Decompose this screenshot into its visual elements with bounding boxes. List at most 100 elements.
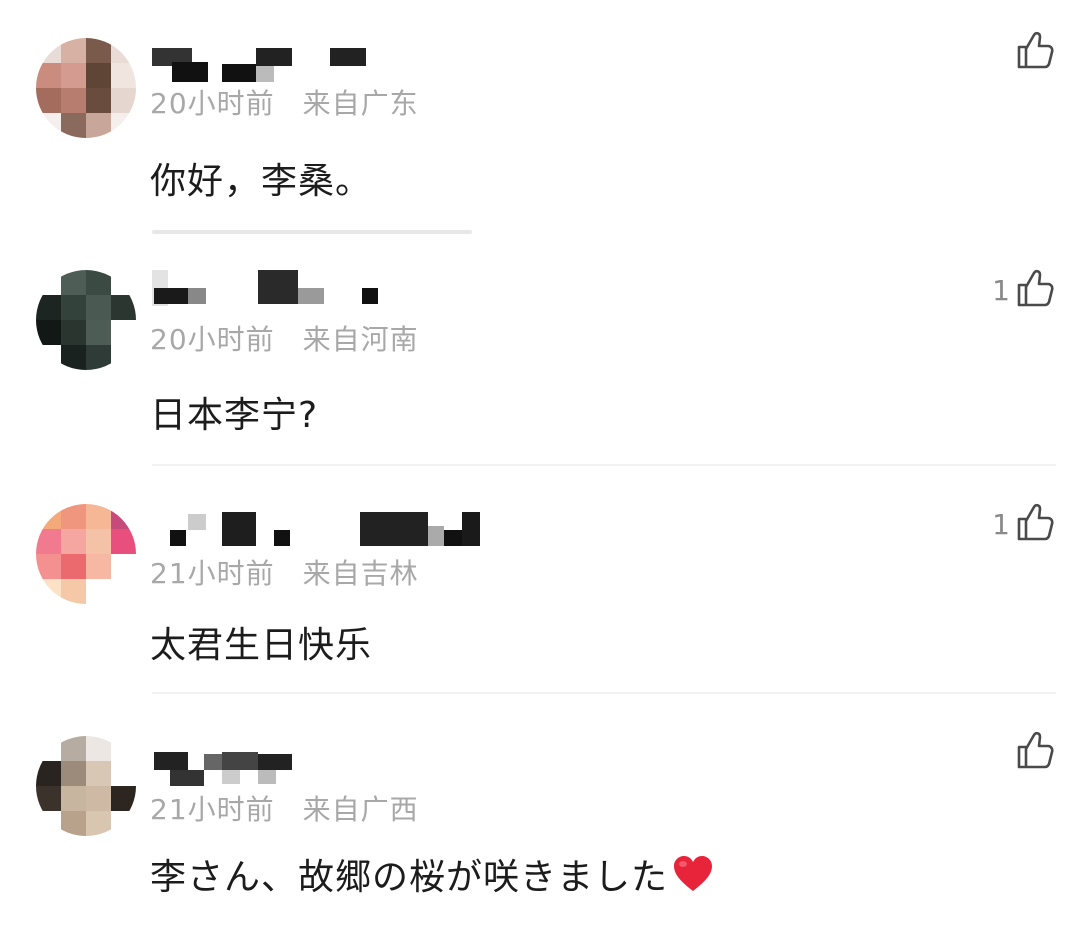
redacted-username-pixels bbox=[152, 512, 512, 548]
avatar-pixel bbox=[61, 88, 86, 113]
like-button[interactable]: 1 bbox=[992, 268, 1054, 312]
avatar-pixel bbox=[111, 295, 136, 320]
avatar-pixel bbox=[86, 579, 111, 604]
thumb-up-icon bbox=[1016, 730, 1054, 774]
avatar-pixel bbox=[36, 88, 61, 113]
like-button[interactable]: 1 bbox=[992, 502, 1054, 546]
comment-time: 20小时前 bbox=[150, 323, 275, 356]
avatar-pixel bbox=[36, 786, 61, 811]
avatar-pixel bbox=[86, 320, 111, 345]
avatar-pixel bbox=[111, 320, 136, 345]
avatar-pixel bbox=[61, 320, 86, 345]
divider bbox=[152, 230, 472, 234]
avatar-pixel bbox=[61, 554, 86, 579]
avatar-pixel bbox=[36, 504, 61, 529]
avatar-pixel bbox=[61, 345, 86, 370]
avatar-pixel bbox=[86, 811, 111, 836]
avatar-pixel bbox=[36, 579, 61, 604]
divider bbox=[152, 692, 1056, 694]
like-count: 1 bbox=[992, 273, 1010, 307]
avatar-pixel bbox=[36, 320, 61, 345]
avatar-pixel bbox=[61, 63, 86, 88]
avatar-pixel bbox=[61, 579, 86, 604]
avatar-pixel bbox=[36, 295, 61, 320]
avatar[interactable] bbox=[36, 736, 136, 836]
like-button[interactable] bbox=[1010, 730, 1054, 774]
avatar-pixel bbox=[86, 270, 111, 295]
avatar-pixel bbox=[86, 345, 111, 370]
redacted-username-pixels bbox=[152, 270, 512, 306]
comment-item: 21小时前 来自广西 李さん、故郷の桜が咲きました bbox=[0, 700, 1080, 950]
avatar-pixel bbox=[111, 529, 136, 554]
comment-text-line: 李さん、故郷の桜が咲きました bbox=[150, 848, 714, 902]
comment-text: 太君生日快乐 bbox=[150, 625, 373, 666]
avatar-pixel bbox=[36, 554, 61, 579]
avatar-pixel bbox=[86, 736, 111, 761]
avatar-pixel bbox=[111, 270, 136, 295]
avatar-pixel bbox=[86, 761, 111, 786]
thumb-up-icon bbox=[1016, 30, 1054, 74]
avatar-pixel bbox=[61, 736, 86, 761]
avatar-pixel bbox=[36, 345, 61, 370]
comment-meta: 21小时前 来自吉林 bbox=[150, 552, 419, 592]
comment-text: 日本李宁? bbox=[150, 395, 319, 436]
avatar-pixel bbox=[36, 736, 61, 761]
avatar-pixel bbox=[61, 113, 86, 138]
avatar-pixel bbox=[111, 38, 136, 63]
avatar-pixel bbox=[86, 786, 111, 811]
avatar-pixel bbox=[61, 270, 86, 295]
avatar-pixel bbox=[111, 345, 136, 370]
avatar-pixel bbox=[36, 811, 61, 836]
avatar-pixel bbox=[111, 579, 136, 604]
comment-time: 20小时前 bbox=[150, 87, 275, 120]
avatar-pixel bbox=[86, 504, 111, 529]
avatar-pixel bbox=[36, 761, 61, 786]
comment-text: 你好，李桑。 bbox=[150, 161, 373, 202]
comment-item: 20小时前 来自广东 你好，李桑。 bbox=[0, 0, 1080, 240]
comment-location: 来自广西 bbox=[302, 793, 419, 826]
avatar-pixel bbox=[86, 63, 111, 88]
avatar-pixel bbox=[61, 504, 86, 529]
avatar-pixel bbox=[86, 295, 111, 320]
avatar-pixel bbox=[111, 736, 136, 761]
avatar[interactable] bbox=[36, 270, 136, 370]
comment-location: 来自广东 bbox=[302, 87, 419, 120]
divider bbox=[152, 464, 1056, 466]
avatar-pixel bbox=[36, 63, 61, 88]
comment-meta: 20小时前 来自河南 bbox=[150, 318, 419, 358]
avatar-pixel bbox=[61, 38, 86, 63]
avatar-pixel bbox=[86, 88, 111, 113]
avatar-pixel bbox=[86, 38, 111, 63]
like-button[interactable] bbox=[1010, 30, 1054, 74]
comment-location: 来自吉林 bbox=[302, 557, 419, 590]
comment-meta: 21小时前 来自广西 bbox=[150, 788, 419, 828]
avatar-pixel bbox=[111, 113, 136, 138]
avatar-pixel bbox=[86, 113, 111, 138]
thumb-up-icon bbox=[1016, 268, 1054, 312]
avatar-pixel bbox=[111, 786, 136, 811]
avatar-pixel bbox=[61, 295, 86, 320]
avatar-pixel bbox=[36, 270, 61, 295]
avatar-pixel bbox=[86, 529, 111, 554]
avatar-pixel bbox=[61, 786, 86, 811]
avatar-pixel bbox=[111, 811, 136, 836]
avatar-pixel bbox=[36, 113, 61, 138]
redacted-username-pixels bbox=[152, 752, 512, 788]
avatar-pixel bbox=[61, 529, 86, 554]
comment-meta: 20小时前 来自广东 bbox=[150, 82, 419, 122]
avatar-pixel bbox=[86, 554, 111, 579]
avatar-pixel bbox=[111, 63, 136, 88]
avatar-pixel bbox=[111, 88, 136, 113]
comment-time: 21小时前 bbox=[150, 557, 275, 590]
avatar-pixel bbox=[61, 761, 86, 786]
avatar[interactable] bbox=[36, 38, 136, 138]
comment-time: 21小时前 bbox=[150, 793, 275, 826]
comment-item: 21小时前 来自吉林 太君生日快乐 1 bbox=[0, 470, 1080, 700]
avatar[interactable] bbox=[36, 504, 136, 604]
thumb-up-icon bbox=[1016, 502, 1054, 546]
avatar-pixel bbox=[36, 38, 61, 63]
avatar-pixel bbox=[36, 529, 61, 554]
redacted-username-pixels bbox=[152, 48, 512, 84]
comment-item: 20小时前 来自河南 日本李宁? 1 bbox=[0, 240, 1080, 470]
avatar-pixel bbox=[111, 761, 136, 786]
